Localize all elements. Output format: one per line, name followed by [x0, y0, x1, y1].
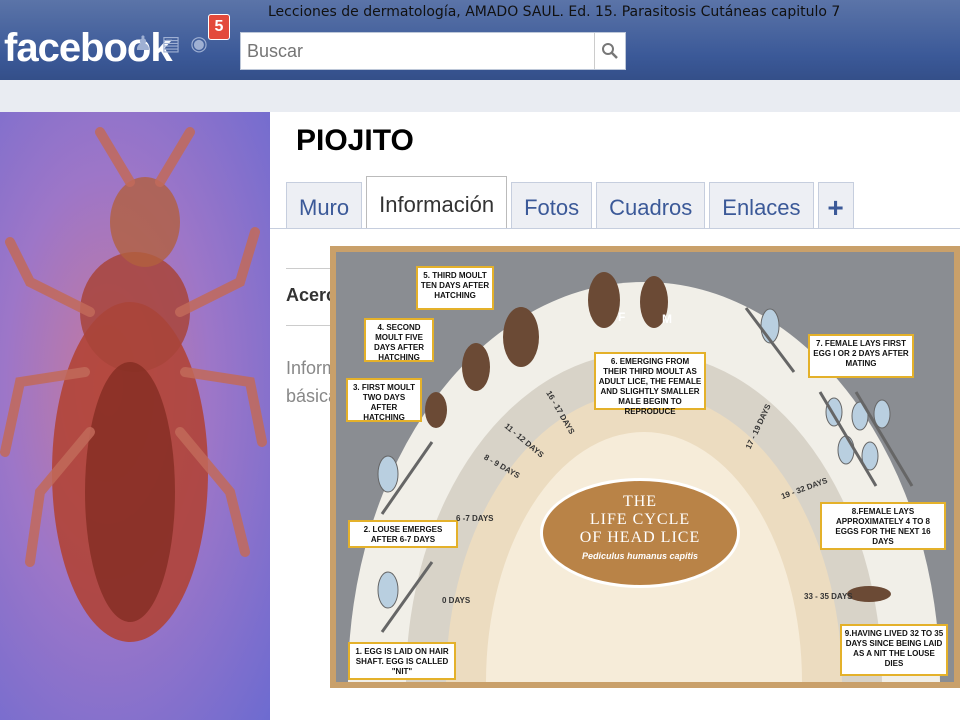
- stage-label-2: 2. LOUSE EMERGES AFTER 6-7 DAYS: [348, 520, 458, 548]
- messages-icon[interactable]: ▤: [160, 32, 182, 54]
- globe-icon[interactable]: ◉: [188, 32, 210, 54]
- search-input[interactable]: [241, 33, 594, 69]
- search-box: [240, 32, 626, 70]
- search-icon: [602, 43, 618, 59]
- page-title: PIOJITO: [296, 124, 414, 157]
- friends-icon[interactable]: ♟: [132, 32, 154, 54]
- stage-label-5: 5. THIRD MOULT TEN DAYS AFTER HATCHING: [416, 266, 494, 310]
- tab-enlaces[interactable]: Enlaces: [709, 182, 814, 228]
- tab-cuadros[interactable]: Cuadros: [596, 182, 706, 228]
- poster-arcs: [348, 272, 940, 682]
- stage-label-8: 8.FEMALE LAYS APPROXIMATELY 4 TO 8 EGGS …: [820, 502, 946, 550]
- poster-title-line2: LIFE CYCLE: [589, 511, 691, 528]
- male-label: M: [662, 312, 672, 326]
- info-basic-label: Información básica: [286, 358, 336, 406]
- tab-muro[interactable]: Muro: [286, 182, 363, 228]
- day-label-33-35: 33 - 35 DAYS: [804, 592, 853, 601]
- poster-title: THE LIFE CYCLE OF HEAD LICE Pediculus hu…: [540, 478, 740, 588]
- slide-caption: Lecciones de dermatología, AMADO SAUL. E…: [268, 4, 841, 20]
- stage-label-3: 3. FIRST MOULT TWO DAYS AFTER HATCHING: [346, 378, 422, 422]
- notification-badge[interactable]: 5: [208, 14, 230, 40]
- life-cycle-poster: THE LIFE CYCLE OF HEAD LICE Pediculus hu…: [330, 246, 960, 688]
- head-louse-photo: [0, 112, 270, 720]
- tab-informacion[interactable]: Información: [366, 176, 508, 228]
- day-label-0: 0 DAYS: [442, 596, 471, 605]
- poster-title-line1: THE: [622, 493, 658, 510]
- tab-fotos[interactable]: Fotos: [511, 182, 593, 228]
- search-button[interactable]: [594, 33, 625, 69]
- top-bar-icons: ♟ ▤ ◉: [132, 32, 210, 54]
- louse-illustration: [0, 127, 267, 642]
- stage-label-1: 1. EGG IS LAID ON HAIR SHAFT. EGG IS CAL…: [348, 642, 456, 680]
- poster-title-line3: OF HEAD LICE: [579, 529, 701, 546]
- profile-tabs: Muro Información Fotos Cuadros Enlaces +: [286, 176, 858, 228]
- stage-label-9: 9.HAVING LIVED 32 TO 35 DAYS SINCE BEING…: [840, 624, 948, 676]
- stage-label-6: 6. EMERGING FROM THEIR THIRD MOULT AS AD…: [594, 352, 706, 416]
- stage-label-7: 7. FEMALE LAYS FIRST EGG I OR 2 DAYS AFT…: [808, 334, 914, 378]
- day-label-6-7: 6 -7 DAYS: [456, 514, 494, 523]
- poster-subtitle: Pediculus humanus capitis: [581, 551, 699, 561]
- stage-label-4: 4. SECOND MOULT FIVE DAYS AFTER HATCHING: [364, 318, 434, 362]
- female-label: F: [618, 310, 626, 324]
- sub-bar: [0, 80, 960, 112]
- add-tab-button[interactable]: +: [817, 182, 854, 228]
